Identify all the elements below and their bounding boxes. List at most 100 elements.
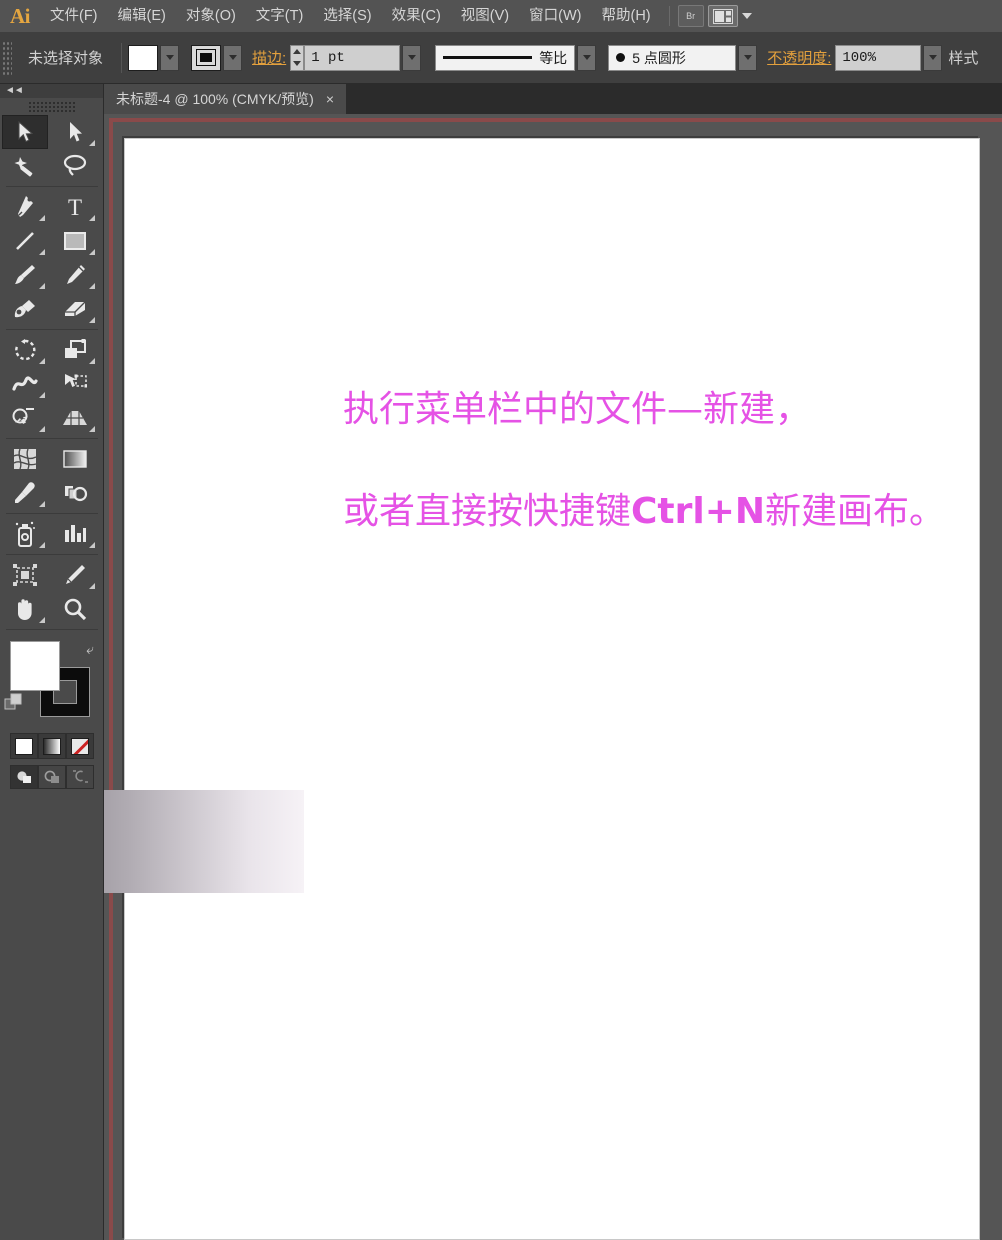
chevron-down-icon [228, 55, 237, 60]
shape-builder-tool[interactable] [2, 401, 48, 435]
perspective-grid-tool[interactable] [52, 401, 98, 435]
none-swatch-button[interactable] [66, 733, 94, 759]
lasso-tool[interactable] [52, 149, 98, 183]
pen-tool[interactable] [2, 190, 48, 224]
gradient-tool[interactable] [52, 442, 98, 476]
menu-file[interactable]: 文件(F) [40, 0, 108, 32]
slice-tool[interactable] [52, 558, 98, 592]
width-tool[interactable] [2, 367, 48, 401]
draw-normal-icon [16, 771, 31, 783]
tools-panel: ◄◄ T ⤶ [0, 84, 104, 1240]
tool-flyout-indicator [39, 501, 45, 507]
styles-label[interactable]: 样式 [942, 47, 984, 68]
control-divider-1 [121, 42, 123, 73]
hand-tool[interactable] [2, 592, 48, 626]
brush-dot-icon [616, 53, 626, 62]
eyedropper-tool[interactable] [2, 476, 48, 510]
stroke-weight-input[interactable]: 1 pt [304, 44, 401, 71]
menu-select[interactable]: 选择(S) [313, 0, 381, 32]
swap-fill-stroke-icon[interactable]: ⤶ [86, 641, 94, 658]
column-graph-tool[interactable] [52, 517, 98, 551]
menu-divider [668, 6, 670, 26]
stroke-profile-dropdown[interactable] [577, 44, 597, 71]
workspace-chevron-down-icon[interactable] [741, 13, 752, 19]
workspace-layout-icon [712, 8, 733, 24]
collapse-panel-icon[interactable]: ◄◄ [5, 85, 24, 97]
stroke-profile-line-icon [443, 56, 533, 59]
menu-view[interactable]: 视图(V) [451, 0, 519, 32]
type-tool[interactable]: T [52, 190, 98, 224]
stroke-weight-stepper[interactable] [290, 44, 305, 71]
menu-bar: Ai 文件(F) 编辑(E) 对象(O) 文字(T) 选择(S) 效果(C) 视… [0, 0, 1002, 32]
stroke-profile-combo[interactable]: 等比 [435, 44, 576, 71]
artboard-tool[interactable] [2, 558, 48, 592]
default-fill-stroke-icon[interactable] [4, 691, 26, 718]
fill-swatch-dropdown[interactable] [160, 44, 180, 71]
document-tab-title: 未标题-4 @ 100% (CMYK/预览) [116, 91, 314, 107]
draw-behind-button[interactable] [38, 765, 66, 789]
close-icon[interactable]: × [326, 91, 334, 107]
gradient-swatch-button[interactable] [38, 733, 66, 759]
mesh-tool[interactable] [2, 442, 48, 476]
document-tab[interactable]: 未标题-4 @ 100% (CMYK/预览) × [104, 84, 347, 114]
chevron-down-icon [928, 55, 937, 60]
stepper-down-icon[interactable] [293, 61, 302, 66]
stroke-weight-dropdown[interactable] [402, 44, 422, 71]
illustrator-window: Ai 文件(F) 编辑(E) 对象(O) 文字(T) 选择(S) 效果(C) 视… [0, 0, 1002, 1240]
control-bar-drag-handle[interactable] [2, 40, 12, 75]
fill-stroke-indicator: ⤶ [0, 639, 104, 725]
stepper-up-icon[interactable] [293, 49, 302, 54]
line-segment-tool[interactable] [2, 224, 48, 258]
menu-help[interactable]: 帮助(H) [591, 0, 660, 32]
artboard[interactable]: 执行菜单栏中的文件—新建， 或者直接按快捷键Ctrl+N新建画布。 [124, 138, 980, 1240]
color-swatch-button[interactable] [10, 733, 38, 759]
menu-edit[interactable]: 编辑(E) [108, 0, 176, 32]
pencil-tool[interactable] [52, 258, 98, 292]
brush-definition-dropdown[interactable] [738, 44, 758, 71]
direct-selection-tool[interactable] [52, 115, 98, 149]
app-logo: Ai [10, 3, 31, 28]
menu-effect[interactable]: 效果(C) [382, 0, 451, 32]
fill-color-indicator[interactable] [10, 641, 60, 691]
opacity-dropdown[interactable] [923, 44, 943, 71]
stroke-weight-label[interactable]: 描边: [252, 47, 286, 68]
control-bar: 未选择对象 描边: 1 pt 等比 5 点圆形 不透明度: 100% 样式 [0, 32, 1002, 84]
symbol-sprayer-tool[interactable] [2, 517, 48, 551]
stroke-profile-label: 等比 [539, 49, 568, 66]
fill-color-swatch[interactable] [128, 44, 159, 71]
draw-inside-button[interactable] [66, 765, 94, 789]
tool-flyout-indicator [39, 426, 45, 432]
stroke-color-swatch[interactable] [191, 44, 222, 71]
brush-definition-combo[interactable]: 5 点圆形 [608, 44, 737, 71]
bridge-button[interactable]: Br [677, 5, 704, 27]
document-tab-bar: 未标题-4 @ 100% (CMYK/预览) × [0, 84, 1002, 114]
scale-tool[interactable] [52, 333, 98, 367]
zoom-tool[interactable] [52, 592, 98, 626]
brush-definition-label: 5 点圆形 [632, 49, 686, 66]
free-transform-tool[interactable] [52, 367, 98, 401]
opacity-input[interactable]: 100% [835, 44, 922, 71]
selection-tool[interactable] [2, 115, 48, 149]
menu-object[interactable]: 对象(O) [176, 0, 246, 32]
tool-divider-5 [6, 554, 98, 555]
paintbrush-tool[interactable] [2, 258, 48, 292]
annotation-line-2a: 或者直接按快捷键 [343, 491, 632, 533]
stroke-swatch-dropdown[interactable] [223, 44, 243, 71]
tools-panel-drag-handle[interactable] [27, 101, 76, 113]
draw-normal-button[interactable] [10, 765, 38, 789]
opacity-label[interactable]: 不透明度: [767, 47, 831, 68]
tool-flyout-indicator [89, 249, 95, 255]
tool-flyout-indicator [39, 617, 45, 623]
tool-flyout-indicator [89, 215, 95, 221]
magic-wand-tool[interactable] [2, 149, 48, 183]
rectangle-tool[interactable] [52, 224, 98, 258]
blend-tool[interactable] [52, 476, 98, 510]
tool-flyout-indicator [89, 542, 95, 548]
tool-flyout-indicator [39, 215, 45, 221]
menu-type[interactable]: 文字(T) [246, 0, 314, 32]
menu-window[interactable]: 窗口(W) [519, 0, 591, 32]
rotate-tool[interactable] [2, 333, 48, 367]
workspace-switcher-icon[interactable] [707, 5, 738, 27]
blob-brush-tool[interactable] [2, 292, 48, 326]
eraser-tool[interactable] [52, 292, 98, 326]
